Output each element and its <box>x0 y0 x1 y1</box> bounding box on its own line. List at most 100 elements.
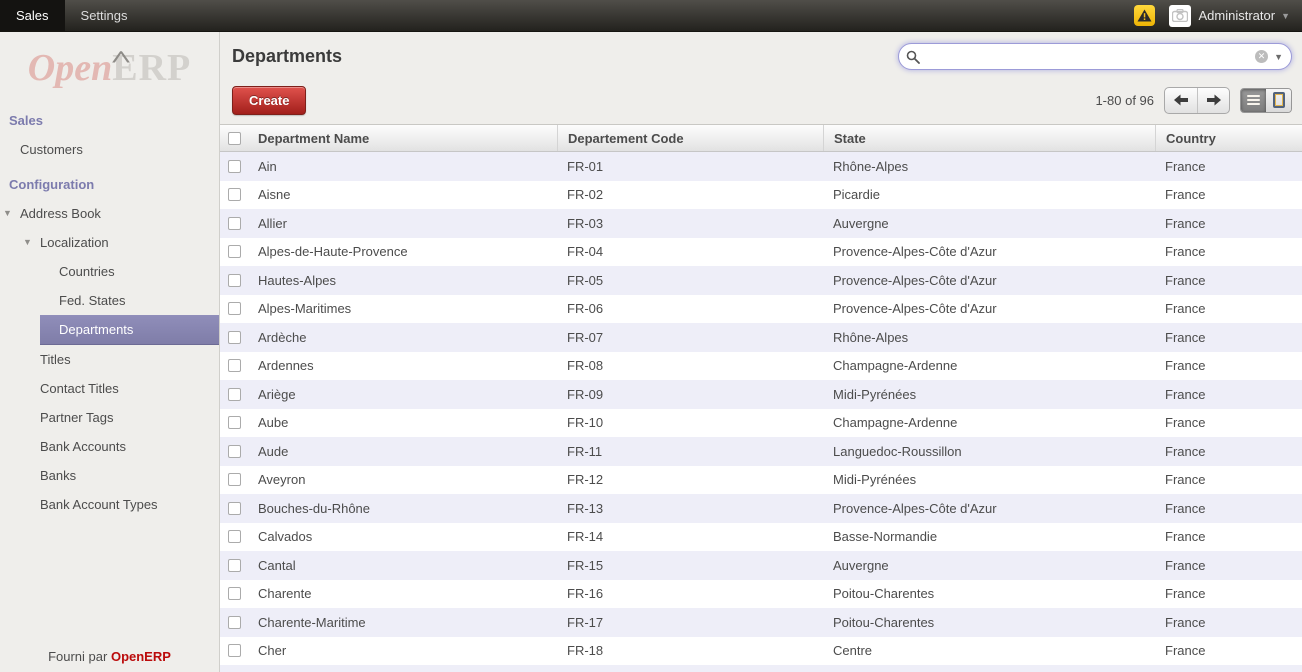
cell-code: FR-14 <box>557 529 823 544</box>
table-row[interactable]: CherFR-18CentreFrance <box>220 637 1302 666</box>
row-checkbox[interactable] <box>228 331 241 344</box>
cell-name: Aude <box>248 444 557 459</box>
cell-state: Midi-Pyrénées <box>823 472 1155 487</box>
column-header-state[interactable]: State <box>823 125 1155 151</box>
row-checkbox[interactable] <box>228 302 241 315</box>
sidebar-item-titles[interactable]: Titles <box>0 345 219 374</box>
cell-country: France <box>1155 301 1302 316</box>
pager-next-button[interactable] <box>1197 88 1229 113</box>
cell-name: Ain <box>248 159 557 174</box>
cell-name: Calvados <box>248 529 557 544</box>
sidebar-item-label: Fed. States <box>59 293 125 308</box>
table-row[interactable]: AveyronFR-12Midi-PyrénéesFrance <box>220 466 1302 495</box>
search-box[interactable]: ✕ ▼ <box>898 43 1292 70</box>
table-row[interactable]: Hautes-AlpesFR-05Provence-Alpes-Côte d'A… <box>220 266 1302 295</box>
table-row[interactable]: CharenteFR-16Poitou-CharentesFrance <box>220 580 1302 609</box>
warning-button[interactable] <box>1134 5 1155 26</box>
row-checkbox[interactable] <box>228 530 241 543</box>
sidebar-item-partner-tags[interactable]: Partner Tags <box>0 403 219 432</box>
openerp-brand-link[interactable]: OpenERP <box>111 649 171 664</box>
sidebar-item-label: Contact Titles <box>40 381 119 396</box>
cell-code: FR-15 <box>557 558 823 573</box>
cell-country: France <box>1155 358 1302 373</box>
main-content: Departments ✕ ▼ Create 1-80 of 96 <box>220 32 1302 672</box>
table-row[interactable]: CalvadosFR-14Basse-NormandieFrance <box>220 523 1302 552</box>
table-row[interactable]: Alpes-de-Haute-ProvenceFR-04Provence-Alp… <box>220 238 1302 267</box>
row-checkbox[interactable] <box>228 188 241 201</box>
top-menu-settings[interactable]: Settings <box>65 0 144 31</box>
cell-country: France <box>1155 586 1302 601</box>
pager-previous-button[interactable] <box>1165 88 1197 113</box>
user-avatar[interactable] <box>1169 5 1191 27</box>
sidebar-item-bank-accounts[interactable]: Bank Accounts <box>0 432 219 461</box>
table-row[interactable]: AllierFR-03AuvergneFrance <box>220 209 1302 238</box>
row-checkbox[interactable] <box>228 217 241 230</box>
row-checkbox[interactable] <box>228 274 241 287</box>
sidebar-item-customers[interactable]: Customers <box>0 135 219 164</box>
select-all-checkbox[interactable] <box>228 132 241 145</box>
search-options-caret-icon[interactable]: ▼ <box>1274 52 1283 62</box>
sidebar-item-fed-states[interactable]: Fed. States <box>0 286 219 315</box>
sidebar-item-countries[interactable]: Countries <box>0 257 219 286</box>
row-checkbox[interactable] <box>228 160 241 173</box>
row-checkbox-cell <box>220 494 248 523</box>
table-row[interactable]: ArdennesFR-08Champagne-ArdenneFrance <box>220 352 1302 381</box>
sidebar-item-banks[interactable]: Banks <box>0 461 219 490</box>
tree-expand-caret-icon[interactable]: ▼ <box>23 237 32 247</box>
table-row[interactable]: AubeFR-10Champagne-ArdenneFrance <box>220 409 1302 438</box>
table-row[interactable]: AinFR-01Rhône-AlpesFrance <box>220 152 1302 181</box>
list-view-button[interactable] <box>1241 89 1266 112</box>
cell-code: FR-11 <box>557 444 823 459</box>
clear-search-icon[interactable]: ✕ <box>1255 50 1268 63</box>
row-checkbox[interactable] <box>228 388 241 401</box>
row-checkbox[interactable] <box>228 359 241 372</box>
column-header-code[interactable]: Departement Code <box>557 125 823 151</box>
sidebar-item-address-book[interactable]: ▼Address Book <box>0 199 219 228</box>
row-checkbox[interactable] <box>228 245 241 258</box>
top-menu-sales[interactable]: Sales <box>0 0 65 31</box>
row-checkbox[interactable] <box>228 616 241 629</box>
row-checkbox-cell <box>220 523 248 552</box>
sidebar-item-localization[interactable]: ▼Localization <box>0 228 219 257</box>
form-view-button[interactable] <box>1266 89 1291 112</box>
table-row[interactable]: ArdècheFR-07Rhône-AlpesFrance <box>220 323 1302 352</box>
cell-state: Champagne-Ardenne <box>823 415 1155 430</box>
table-row[interactable]: AisneFR-02PicardieFrance <box>220 181 1302 210</box>
table-row[interactable]: AriègeFR-09Midi-PyrénéesFrance <box>220 380 1302 409</box>
table-row[interactable]: Alpes-MaritimesFR-06Provence-Alpes-Côte … <box>220 295 1302 324</box>
cell-name: Charente-Maritime <box>248 615 557 630</box>
cell-country: France <box>1155 187 1302 202</box>
sidebar-item-bank-account-types[interactable]: Bank Account Types <box>0 490 219 519</box>
row-checkbox[interactable] <box>228 559 241 572</box>
sidebar-item-label: Titles <box>40 352 71 367</box>
row-checkbox[interactable] <box>228 445 241 458</box>
table-header: Department Name Departement Code State C… <box>220 125 1302 152</box>
table-row[interactable]: AudeFR-11Languedoc-RoussillonFrance <box>220 437 1302 466</box>
row-checkbox[interactable] <box>228 502 241 515</box>
table-row[interactable]: Charente-MaritimeFR-17Poitou-CharentesFr… <box>220 608 1302 637</box>
tree-expand-caret-icon[interactable]: ▼ <box>3 208 12 218</box>
powered-by: Fourni par OpenERP <box>0 639 219 672</box>
cell-country: France <box>1155 643 1302 658</box>
camera-placeholder-icon <box>1172 9 1188 22</box>
row-checkbox[interactable] <box>228 473 241 486</box>
column-header-country[interactable]: Country <box>1155 125 1302 151</box>
search-input[interactable] <box>924 47 1255 67</box>
create-button[interactable]: Create <box>232 86 306 115</box>
row-checkbox[interactable] <box>228 644 241 657</box>
user-menu[interactable]: Administrator <box>1199 8 1276 23</box>
column-header-name[interactable]: Department Name <box>248 125 557 151</box>
cell-country: France <box>1155 273 1302 288</box>
row-checkbox-cell <box>220 551 248 580</box>
cell-code: FR-12 <box>557 472 823 487</box>
sidebar-item-departments[interactable]: Departments <box>40 315 219 345</box>
cell-code: FR-05 <box>557 273 823 288</box>
cell-country: France <box>1155 529 1302 544</box>
sidebar-item-label: Customers <box>20 142 83 157</box>
chevron-down-icon[interactable]: ▼ <box>1281 11 1290 21</box>
row-checkbox[interactable] <box>228 587 241 600</box>
table-row[interactable]: Bouches-du-RhôneFR-13Provence-Alpes-Côte… <box>220 494 1302 523</box>
row-checkbox[interactable] <box>228 416 241 429</box>
sidebar-item-contact-titles[interactable]: Contact Titles <box>0 374 219 403</box>
table-row[interactable]: CantalFR-15AuvergneFrance <box>220 551 1302 580</box>
